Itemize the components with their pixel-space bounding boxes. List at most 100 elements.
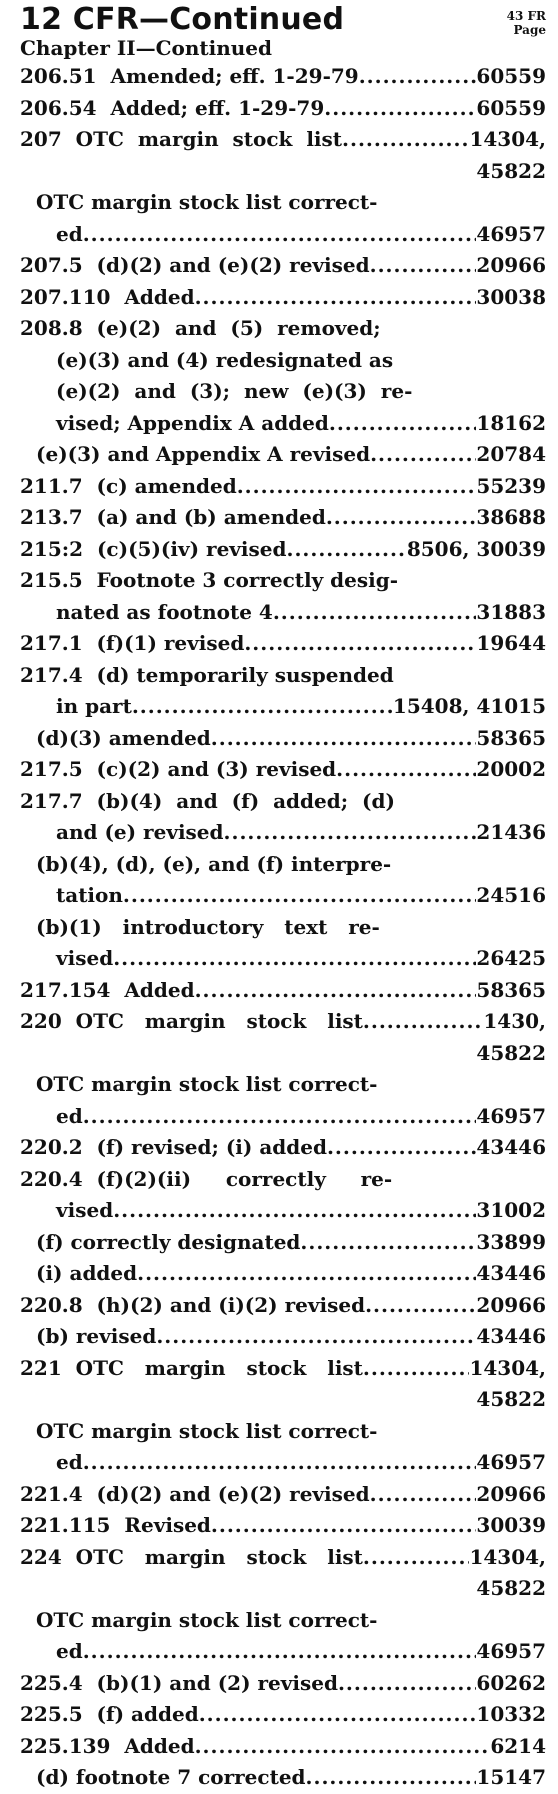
page-number: 60262	[476, 1670, 546, 1695]
page-number: 43446	[476, 1324, 546, 1348]
dot-leader	[237, 471, 477, 503]
dot-leader	[338, 1668, 476, 1700]
entry-subline: ed 46957	[20, 219, 546, 251]
entry-subline: OTC margin stock list correct-	[20, 1416, 546, 1448]
page-number: 33899	[476, 1229, 546, 1254]
dot-leader	[224, 817, 477, 849]
dot-leader	[137, 1258, 476, 1290]
entry-line: 217.5 (c)(2) and (3) revised 20002	[20, 754, 546, 786]
entry-line: 207.110 Added 30038	[20, 282, 546, 314]
page-number: 19644	[476, 631, 546, 655]
entry-line: 45822	[20, 156, 546, 188]
entry-text: 207 OTC margin stock list	[20, 127, 343, 151]
entry-text: OTC margin stock list correct-	[36, 1072, 378, 1096]
dot-leader	[342, 124, 469, 156]
entry-subline: vised; Appendix A added 18162	[20, 408, 546, 440]
page-reference-line-2: Page	[513, 23, 546, 37]
dot-leader	[370, 1479, 477, 1511]
entry-line: 207 OTC margin stock list 14304,	[20, 124, 546, 156]
entry-text: (d)(3) amended	[36, 725, 211, 750]
dot-leader	[365, 1290, 476, 1322]
page-number: 20002	[476, 757, 546, 781]
entry-text: vised	[56, 946, 114, 970]
entry-text: ed	[56, 1103, 83, 1128]
entry-line: 45822	[20, 1384, 546, 1416]
dot-leader	[113, 1195, 476, 1227]
dot-leader	[273, 597, 477, 629]
dot-leader	[195, 1731, 491, 1763]
entry-subline: (e)(2) and (3); new (e)(3) re-	[20, 376, 546, 408]
page-number: 20784	[476, 442, 546, 466]
dot-leader	[370, 250, 477, 282]
page-number: 14304,	[469, 1544, 546, 1569]
entry-text: (b) revised	[36, 1324, 157, 1348]
page-number: 15408, 41015	[392, 694, 546, 718]
dot-leader	[83, 1447, 477, 1479]
entry-line: 220 OTC margin stock list 1430,	[20, 1006, 546, 1038]
entry-text: 217.7 (b)(4) and (f) added; (d)	[20, 788, 395, 813]
entry-line: 45822	[20, 1573, 546, 1605]
page-number: 1430,	[483, 1009, 546, 1033]
entry-text: 215.5 Footnote 3 correctly desig-	[20, 568, 399, 592]
entry-text: 217.5 (c)(2) and (3) revised	[20, 757, 337, 781]
entry-line: 220.8 (h)(2) and (i)(2) revised 20966	[20, 1290, 546, 1322]
entry-text: and (e) revised	[56, 820, 224, 844]
page-number: 18162	[476, 410, 546, 435]
dot-leader	[300, 1227, 476, 1259]
dot-leader	[327, 1132, 476, 1164]
page-number: 45822	[476, 158, 546, 183]
dot-leader	[83, 1636, 477, 1668]
entry-text: ed	[56, 1639, 83, 1663]
entry-text: 215:2 (c)(5)(iv) revised	[20, 536, 287, 561]
entry-line: 215:2 (c)(5)(iv) revised 8506, 30039	[20, 534, 546, 566]
chapter-heading: Chapter II—Continued	[20, 36, 273, 60]
entry-text: 225.4 (b)(1) and (2) revised	[20, 1670, 338, 1695]
entry-subline: and (e) revised 21436	[20, 817, 546, 849]
entry-text: (d) footnote 7 corrected	[36, 1765, 306, 1789]
entry-text: 220.4 (f)(2)(ii) correctly re-	[20, 1166, 393, 1191]
page-number: 15147	[476, 1765, 546, 1789]
entry-subline: tation 24516	[20, 880, 546, 912]
entry-subline: (b) revised 43446	[20, 1321, 546, 1353]
entry-line: 217.7 (b)(4) and (f) added; (d)	[20, 786, 546, 818]
page-number: 46957	[476, 1450, 546, 1474]
page-number: 21436	[476, 820, 546, 844]
entry-text: ed	[56, 1450, 83, 1474]
page-number: 31883	[476, 599, 546, 624]
entry-line: 224 OTC margin stock list 14304,	[20, 1542, 546, 1574]
entry-line: 213.7 (a) and (b) amended 38688	[20, 502, 546, 534]
dot-leader	[123, 880, 476, 912]
page-number: 26425	[476, 946, 546, 970]
entry-line: 220.4 (f)(2)(ii) correctly re-	[20, 1164, 546, 1196]
entry-text: 207.5 (d)(2) and (e)(2) revised	[20, 253, 370, 277]
entry-text: vised; Appendix A added	[56, 410, 329, 435]
entry-text: (e)(3) and Appendix A revised	[36, 442, 371, 466]
page-number: 24516	[476, 883, 546, 907]
entry-text: (b)(4), (d), (e), and (f) interpre-	[36, 851, 392, 876]
entry-text: 225.139 Added	[20, 1733, 195, 1758]
entry-text: 224 OTC margin stock list	[20, 1544, 363, 1569]
entry-line: 225.5 (f) added 10332	[20, 1699, 546, 1731]
entry-line: 215.5 Footnote 3 correctly desig-	[20, 565, 546, 597]
page-reference-line-1: 43 FR	[506, 9, 546, 23]
entry-line: 211.7 (c) amended 55239	[20, 471, 546, 503]
dot-leader	[113, 943, 476, 975]
entry-line: 206.51 Amended; eff. 1-29-79 60559	[20, 61, 546, 93]
page-number: 6214	[490, 1733, 546, 1758]
dot-leader	[286, 534, 406, 566]
entry-line: 225.4 (b)(1) and (2) revised 60262	[20, 1668, 546, 1700]
dot-leader	[195, 975, 477, 1007]
entry-text: tation	[56, 883, 123, 907]
entry-text: 207.110 Added	[20, 284, 195, 309]
entry-text: 221.115 Revised	[20, 1513, 211, 1537]
page-number: 60559	[476, 95, 546, 120]
page-number: 20966	[476, 1481, 546, 1506]
entry-text: 206.54 Added; eff. 1-29-79	[20, 95, 325, 120]
page-number: 43446	[476, 1135, 546, 1159]
dot-leader	[83, 1101, 477, 1133]
dot-leader	[326, 502, 477, 534]
entry-text: 220.2 (f) revised; (i) added	[20, 1135, 327, 1159]
dot-leader	[329, 408, 477, 440]
entry-subline: vised 31002	[20, 1195, 546, 1227]
entry-text: 220 OTC margin stock list	[20, 1009, 363, 1033]
